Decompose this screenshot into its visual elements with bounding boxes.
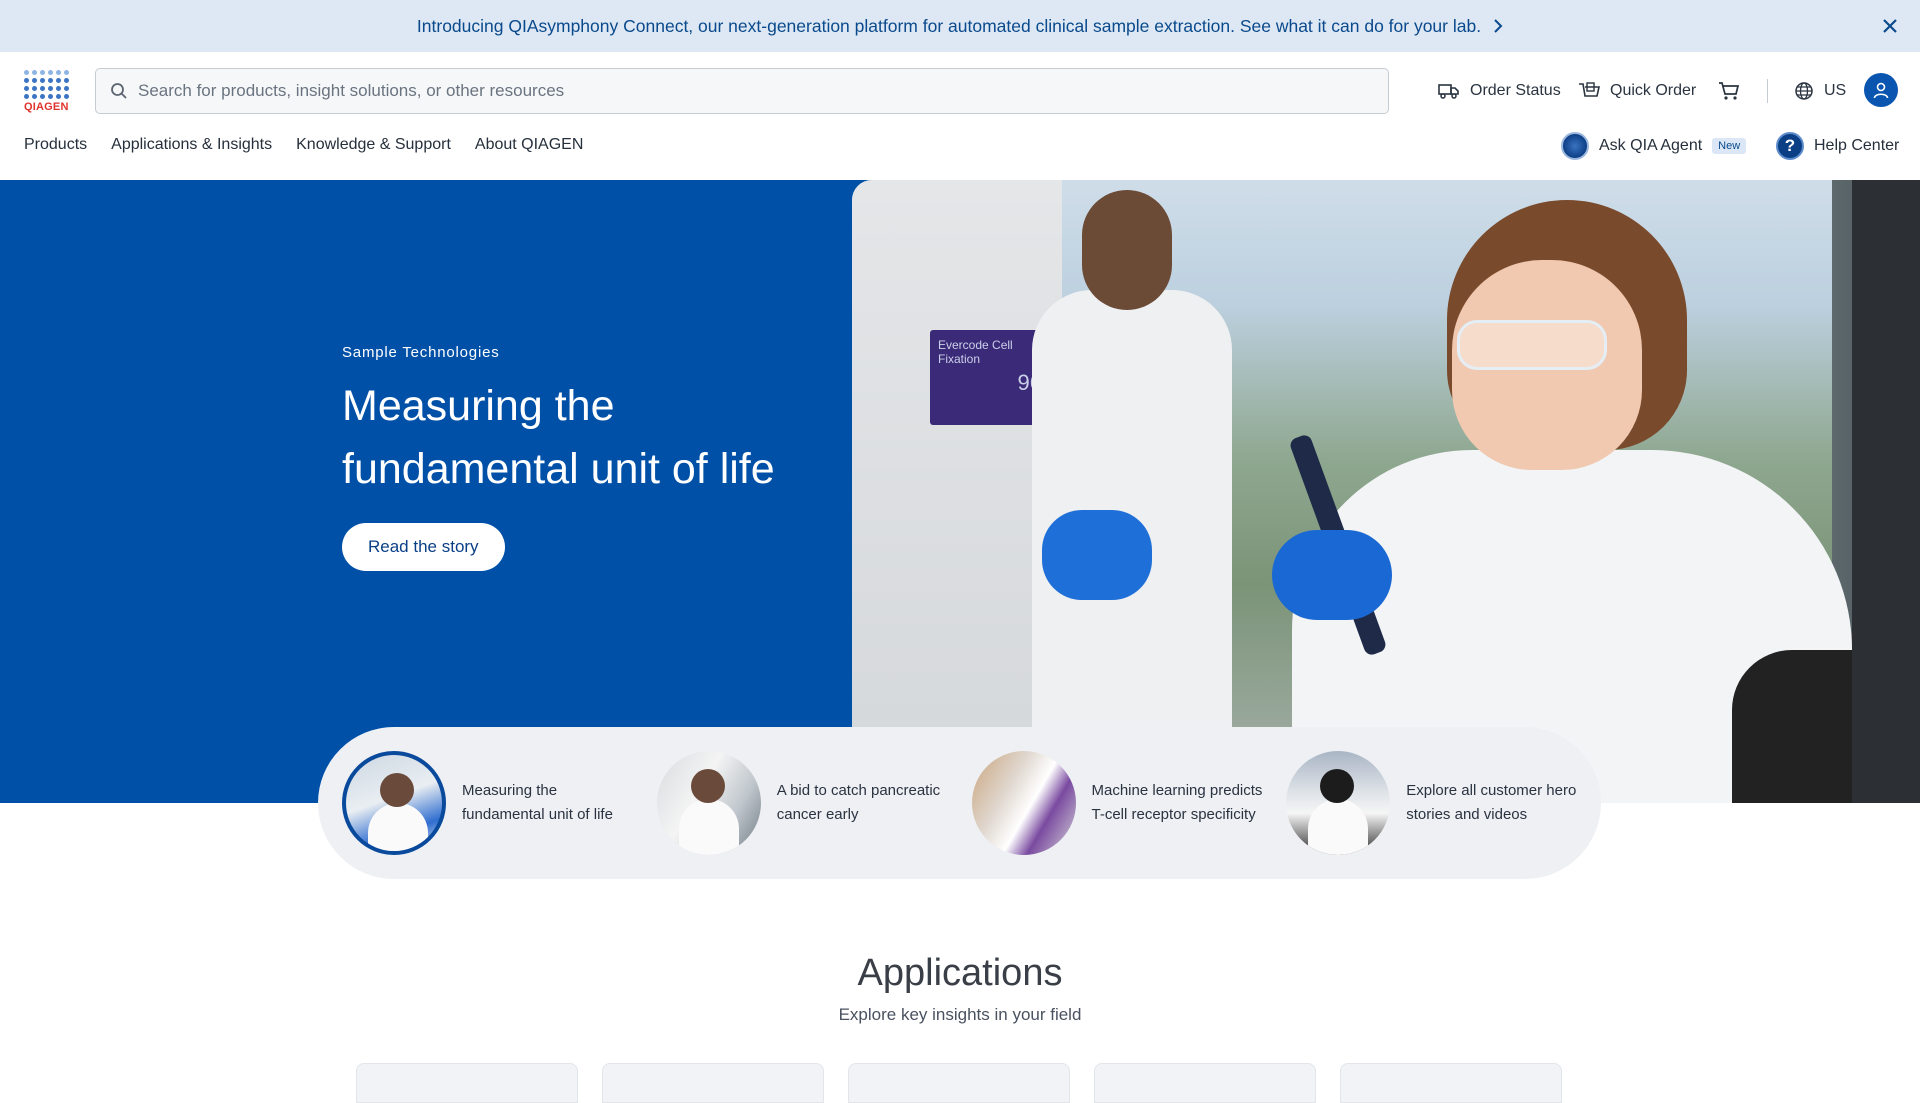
account-button[interactable] [1864, 73, 1898, 107]
region-selector[interactable]: US [1794, 68, 1846, 114]
help-center-link[interactable]: ? Help Center [1776, 132, 1899, 160]
announcement-bar: Introducing QIAsymphony Connect, our nex… [0, 0, 1920, 52]
blue-glove [1042, 510, 1152, 600]
cart-icon [1719, 82, 1740, 100]
hero-photo: Evercode Cell Fixation 96 [852, 180, 1920, 803]
story-item[interactable]: Explore all customer hero stories and vi… [1286, 751, 1601, 855]
close-icon[interactable] [1876, 12, 1904, 40]
region-label: US [1824, 82, 1847, 99]
applications-title: Applications [857, 952, 1063, 994]
story-label: Machine learning predicts T-cell recepto… [1091, 782, 1263, 823]
hero-copy: Sample Technologies Measuring the fundam… [342, 344, 802, 571]
sparkle-agent-icon [1561, 132, 1589, 160]
application-card[interactable] [1340, 1063, 1562, 1103]
quick-order-link[interactable]: Quick Order [1578, 68, 1696, 114]
applications-subtitle: Explore key insights in your field [838, 1005, 1082, 1024]
lab-shelf: Evercode Cell Fixation 96 [852, 180, 1062, 803]
user-icon [1873, 82, 1889, 99]
main-nav: Products Applications & Insights Knowled… [24, 136, 583, 154]
globe-icon [1795, 82, 1813, 100]
truck-icon [1438, 84, 1459, 99]
applications-section: Applications Explore key insights in you… [0, 952, 1920, 1025]
story-thumbnail [656, 751, 761, 855]
application-card[interactable] [848, 1063, 1070, 1103]
story-thumbnail [342, 751, 446, 855]
order-status-label: Order Status [1470, 82, 1561, 99]
application-card[interactable] [356, 1063, 578, 1103]
story-label: Explore all customer hero stories and vi… [1406, 782, 1577, 823]
search-bar[interactable] [95, 68, 1389, 114]
nav-item-products[interactable]: Products [24, 136, 87, 154]
nav-item-applications-insights[interactable]: Applications & Insights [111, 136, 272, 154]
story-thumbnail [971, 751, 1076, 855]
quick-order-label: Quick Order [1610, 82, 1697, 99]
hero-headline: Measuring the fundamental unit of life [342, 382, 775, 493]
story-carousel: Measuring the fundamental unit of life A… [318, 727, 1601, 879]
qiagen-logo[interactable]: QIAGEN [24, 70, 70, 114]
read-story-button[interactable]: Read the story [342, 523, 505, 571]
chevron-right-icon [1494, 19, 1503, 33]
story-item[interactable]: Measuring the fundamental unit of life [342, 751, 657, 855]
question-icon: ? [1776, 132, 1804, 160]
nav-item-knowledge-support[interactable]: Knowledge & Support [296, 136, 451, 154]
search-icon [111, 83, 127, 99]
header-divider [1767, 79, 1768, 103]
kit-number: 96 [1017, 370, 1042, 395]
agent-label: Ask QIA Agent [1599, 137, 1703, 154]
nav-item-about[interactable]: About QIAGEN [475, 136, 584, 154]
application-card[interactable] [1094, 1063, 1316, 1103]
logo-dots [24, 70, 70, 99]
kit-label: Evercode Cell Fixation [938, 338, 1013, 366]
announcement-text: Introducing QIAsymphony Connect, our nex… [416, 15, 1482, 36]
hero-banner: Evercode Cell Fixation 96 Sample Technol… [0, 180, 1920, 803]
story-label: Measuring the fundamental unit of life [462, 782, 613, 823]
announcement-link[interactable]: Introducing QIAsymphony Connect, our nex… [417, 16, 1503, 37]
search-input[interactable] [138, 81, 1338, 101]
new-badge: New [1712, 138, 1747, 154]
hero-eyebrow: Sample Technologies [342, 344, 500, 361]
order-status-link[interactable]: Order Status [1438, 68, 1561, 114]
ask-qia-agent-link[interactable]: Ask QIA Agent New [1561, 132, 1747, 160]
story-item[interactable]: A bid to catch pancreatic cancer early [656, 751, 972, 855]
story-item[interactable]: Machine learning predicts T-cell recepto… [971, 751, 1287, 855]
help-label: Help Center [1814, 137, 1900, 154]
application-card[interactable] [602, 1063, 824, 1103]
cart-button[interactable] [1718, 68, 1740, 114]
logo-text: QIAGEN [24, 101, 69, 113]
story-thumbnail [1286, 751, 1391, 855]
quick-order-icon [1579, 82, 1600, 97]
story-label: A bid to catch pancreatic cancer early [776, 782, 941, 823]
scientist-background [1032, 190, 1232, 803]
site-header: QIAGEN Order Status Quick Order US Produ… [0, 52, 1920, 180]
window-frame [1852, 180, 1920, 803]
application-cards [356, 1063, 1562, 1103]
